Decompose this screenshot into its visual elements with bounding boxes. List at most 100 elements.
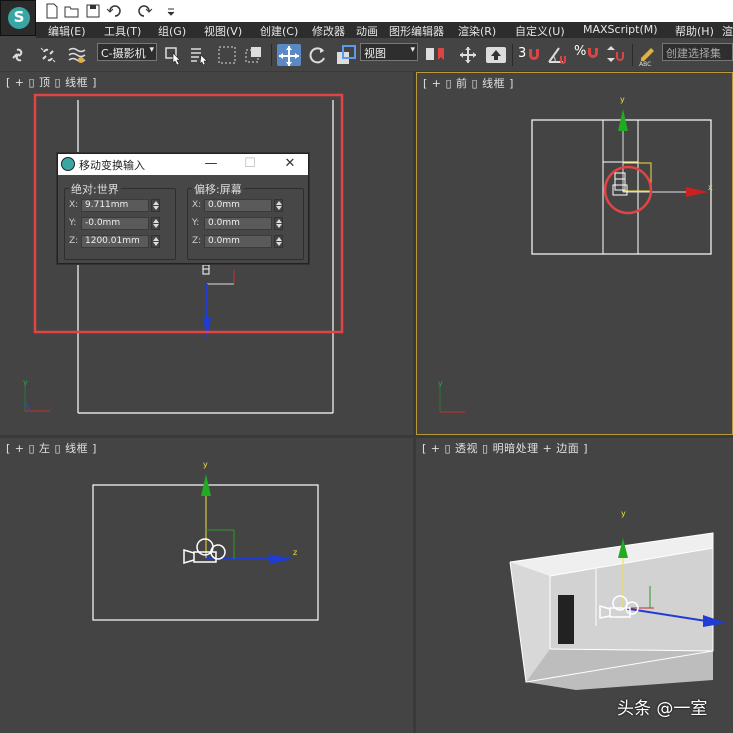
- undo-icon[interactable]: [106, 3, 122, 19]
- toolbar-separator: [632, 44, 633, 66]
- viewport-divider-horizontal[interactable]: [0, 435, 733, 438]
- save-icon[interactable]: [85, 3, 101, 19]
- select-and-manipulate-icon[interactable]: [456, 44, 480, 66]
- dialog-title: 移动变换输入: [79, 159, 145, 172]
- offset-x-spinner[interactable]: [274, 199, 283, 212]
- open-file-icon[interactable]: [64, 3, 80, 19]
- move-gizmo: y z: [201, 460, 297, 564]
- absolute-x-field[interactable]: 9.711mm: [81, 199, 149, 212]
- viewport-left[interactable]: [ + ▯ 左 ▯ 线框 ] y z: [0, 438, 413, 733]
- axis-label-y: y: [621, 509, 626, 518]
- select-and-scale-icon[interactable]: [335, 44, 357, 66]
- absolute-y-spinner[interactable]: [151, 217, 160, 230]
- offset-y-spinner[interactable]: [274, 217, 283, 230]
- absolute-x-spinner[interactable]: [151, 199, 160, 212]
- y-label: Y:: [69, 218, 77, 228]
- x-label: X:: [192, 200, 202, 210]
- menu-modifiers[interactable]: 修改器: [312, 23, 345, 39]
- app-logo[interactable]: S: [0, 0, 36, 36]
- menu-edit[interactable]: 编辑(E): [48, 23, 86, 39]
- rectangular-selection-icon[interactable]: [216, 44, 238, 66]
- edit-named-selection-icon[interactable]: ABC: [637, 44, 659, 66]
- reference-coordinate-value: 视图: [364, 47, 386, 60]
- offset-z-spinner[interactable]: [274, 235, 283, 248]
- z-label: Z:: [69, 236, 79, 246]
- axis-tripod: y: [23, 378, 50, 412]
- room-model: [509, 532, 714, 690]
- menu-view[interactable]: 视图(V): [204, 23, 242, 39]
- camera-icon: [183, 538, 226, 565]
- dialog-titlebar[interactable]: 移动变换输入 — ☐ ✕: [58, 154, 308, 175]
- offset-screen-group: 偏移:屏幕 X: 0.0mm Y: 0.0mm Z: 0.0mm: [187, 181, 304, 260]
- minimize-icon[interactable]: —: [199, 155, 223, 173]
- offset-y-field[interactable]: 0.0mm: [204, 217, 272, 230]
- offset-z-field[interactable]: 0.0mm: [204, 235, 272, 248]
- title-bar: [0, 0, 733, 22]
- chevron-down-icon: ▾: [149, 45, 154, 55]
- axis-label-y: y: [438, 379, 443, 388]
- absolute-z-field[interactable]: 1200.01mm: [81, 235, 149, 248]
- percent-snap-toggle[interactable]: %: [574, 43, 599, 65]
- named-selection-set-input[interactable]: 创建选择集: [662, 43, 733, 61]
- quick-access-dropdown-icon[interactable]: [166, 3, 182, 19]
- y-label: Y:: [192, 218, 200, 228]
- app-icon: [61, 157, 75, 171]
- viewport-divider-vertical[interactable]: [413, 72, 416, 733]
- room-outline: [531, 119, 712, 255]
- axis-label-z: z: [293, 548, 297, 557]
- absolute-z-spinner[interactable]: [151, 235, 160, 248]
- selection-filter-dropdown[interactable]: C-摄影机 ▾: [97, 43, 157, 61]
- x-label: X:: [69, 200, 79, 210]
- menu-graph-editors[interactable]: 图形编辑器: [389, 23, 444, 39]
- main-toolbar: C-摄影机 ▾ 视图 ▾ 3 % ABC 创建选择集: [0, 38, 733, 72]
- camera-icon: [202, 264, 210, 275]
- bind-to-space-warp-icon[interactable]: [66, 44, 88, 66]
- new-file-icon[interactable]: [44, 3, 60, 19]
- highlight-circle: [603, 165, 653, 215]
- svg-text:ABC: ABC: [639, 61, 651, 66]
- perspective-viewport-scene: y: [509, 509, 726, 690]
- use-pivot-center-icon[interactable]: [423, 44, 447, 66]
- select-and-rotate-icon[interactable]: [306, 44, 328, 66]
- select-and-move-icon[interactable]: [277, 44, 301, 66]
- menu-customize[interactable]: 自定义(U): [515, 23, 565, 39]
- absolute-y-field[interactable]: -0.0mm: [81, 217, 149, 230]
- menu-help[interactable]: 帮助(H): [675, 23, 714, 39]
- window-crossing-icon[interactable]: [243, 44, 265, 66]
- select-object-icon[interactable]: [162, 44, 184, 66]
- move-gizmo: [203, 270, 235, 340]
- move-gizmo: y x: [618, 95, 713, 197]
- offset-screen-title: 偏移:屏幕: [192, 181, 244, 197]
- unlink-selection-icon[interactable]: [37, 44, 59, 66]
- z-label: Z:: [192, 236, 202, 246]
- axis-label-y: y: [203, 460, 208, 469]
- magnet-icon: [529, 49, 540, 60]
- keyboard-shortcut-override-icon[interactable]: [484, 44, 508, 66]
- viewport-perspective[interactable]: [ + ▯ 透视 ▯ 明暗处理 + 边面 ] y: [416, 438, 733, 733]
- chevron-down-icon: ▾: [410, 45, 415, 55]
- menu-group[interactable]: 组(G): [158, 23, 186, 39]
- magnet-icon: [588, 48, 599, 58]
- redo-icon[interactable]: [137, 3, 153, 19]
- menu-tools[interactable]: 工具(T): [104, 23, 141, 39]
- menu-animation[interactable]: 动画: [356, 23, 378, 39]
- axis-label-y: y: [620, 95, 625, 104]
- maximize-icon[interactable]: ☐: [238, 155, 262, 173]
- spinner-snap-icon[interactable]: [603, 44, 627, 66]
- move-transform-type-in-dialog: 移动变换输入 — ☐ ✕ 绝对:世界 X: 9.711mm Y: -0.0mm …: [57, 153, 309, 264]
- offset-x-field[interactable]: 0.0mm: [204, 199, 272, 212]
- snap-dimension-label: 3: [518, 46, 527, 61]
- menu-maxscript[interactable]: MAXScript(M): [583, 23, 658, 36]
- select-by-name-icon[interactable]: [188, 44, 210, 66]
- menu-create[interactable]: 创建(C): [260, 23, 298, 39]
- close-icon[interactable]: ✕: [278, 155, 302, 173]
- menu-rendering[interactable]: 渲染(R): [458, 23, 496, 39]
- snap-toggle[interactable]: 3: [518, 43, 540, 65]
- reference-coordinate-dropdown[interactable]: 视图 ▾: [360, 43, 418, 61]
- angle-snap-icon[interactable]: [545, 44, 569, 66]
- select-and-link-icon[interactable]: [8, 44, 30, 66]
- doorway: [558, 595, 574, 644]
- menu-render-overflow[interactable]: 渲: [722, 23, 733, 39]
- watermark: 头条 @一室: [617, 699, 708, 719]
- viewport-front[interactable]: [ + ▯ 前 ▯ 线框 ] y x y: [416, 72, 733, 435]
